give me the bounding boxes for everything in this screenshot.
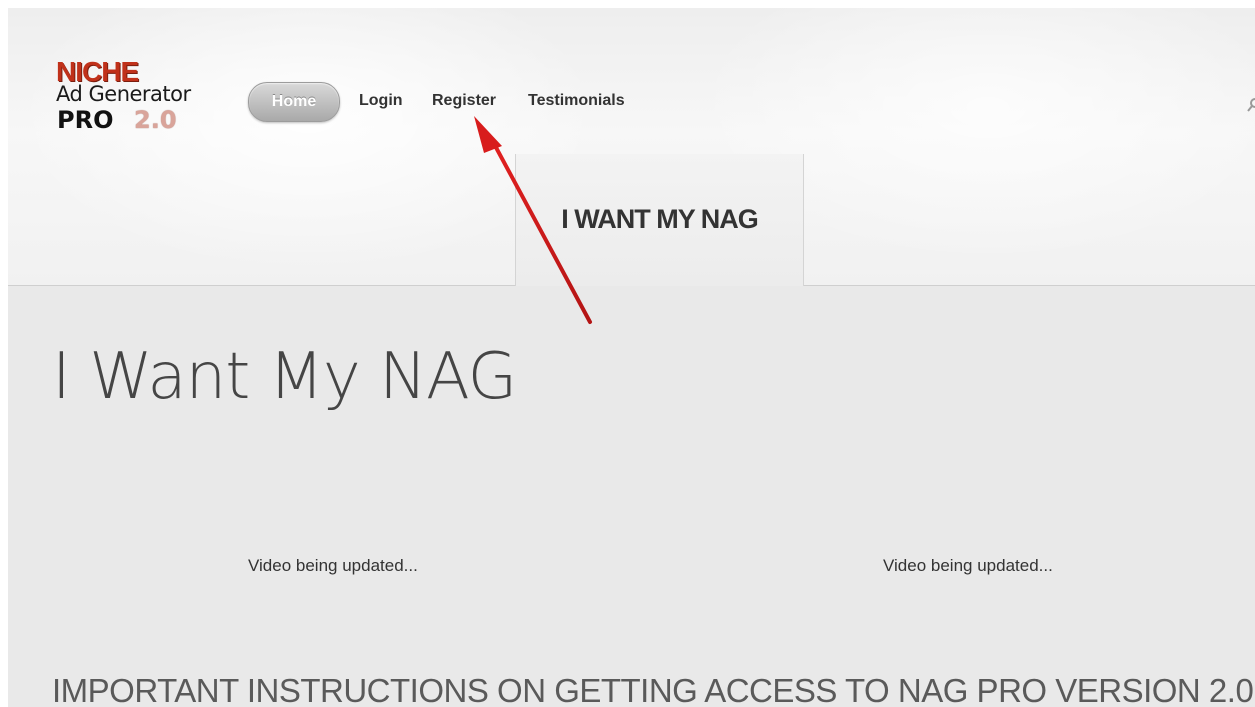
logo-pro-text: PRO xyxy=(57,106,114,134)
search-icon[interactable] xyxy=(1245,96,1255,116)
nav-testimonials-link[interactable]: Testimonials xyxy=(528,92,625,110)
instructions-heading: IMPORTANT INSTRUCTIONS ON GETTING ACCESS… xyxy=(52,672,1255,707)
logo-ad-generator-text: Ad Generator xyxy=(56,82,191,106)
site-header: NICHE Ad Generator PRO 2.0 Home Login Re… xyxy=(8,8,1255,286)
video-placeholder-right: Video being updated... xyxy=(883,556,1053,575)
page-title: I Want My NAG xyxy=(52,340,517,414)
featured-tab-title: I WANT MY NAG xyxy=(561,204,759,234)
nav-login-link[interactable]: Login xyxy=(359,92,403,110)
video-placeholder-left: Video being updated... xyxy=(248,556,418,575)
featured-tab[interactable]: I WANT MY NAG xyxy=(515,154,804,286)
page: NICHE Ad Generator PRO 2.0 Home Login Re… xyxy=(8,8,1255,707)
nav-home-button[interactable]: Home xyxy=(248,82,340,122)
nav-register-link[interactable]: Register xyxy=(432,92,496,110)
logo-version-text: 2.0 xyxy=(134,106,177,134)
site-logo[interactable]: NICHE Ad Generator PRO 2.0 xyxy=(56,56,206,138)
